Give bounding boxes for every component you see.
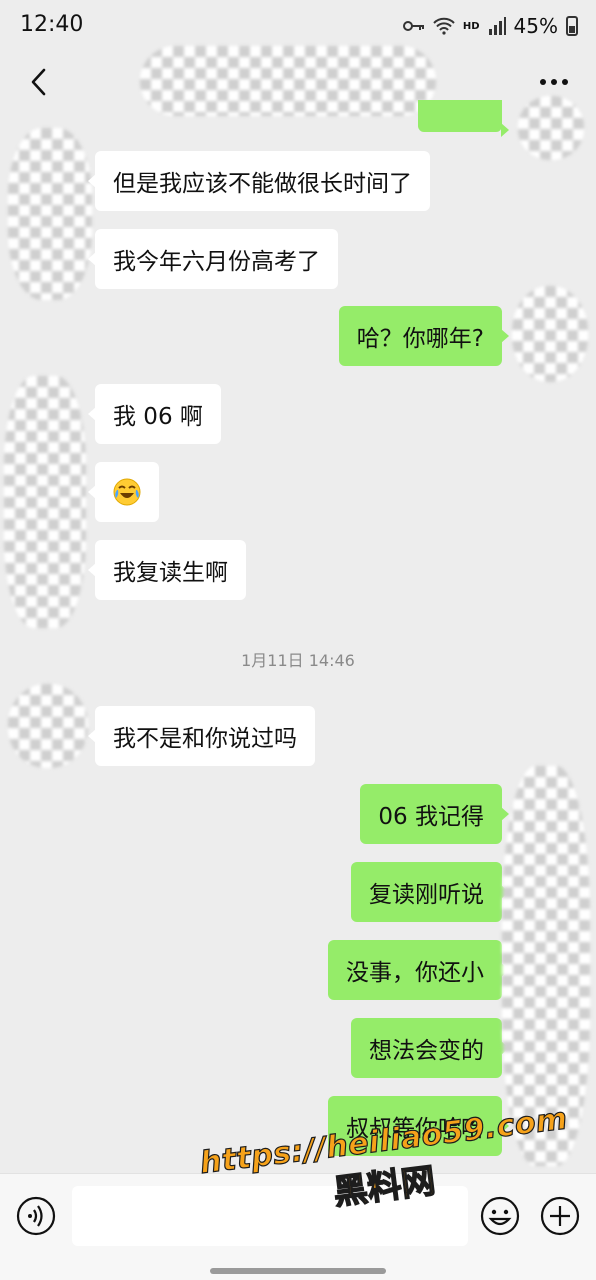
status-time: 12:40 bbox=[20, 12, 84, 37]
wifi-icon bbox=[433, 17, 455, 35]
message-bubble-in[interactable]: 我复读生啊 bbox=[88, 540, 246, 600]
chevron-left-icon bbox=[31, 68, 46, 96]
message-bubble-out[interactable]: 06 我记得 bbox=[360, 784, 509, 844]
message-bubble-out-partial[interactable] bbox=[418, 100, 509, 137]
battery-percent: 45% bbox=[513, 14, 558, 38]
contact-avatar[interactable] bbox=[8, 128, 92, 300]
message-bubble-out[interactable]: 哈？你哪年? bbox=[338, 306, 510, 366]
self-avatar[interactable] bbox=[518, 96, 584, 160]
message-text: 复读刚听说 bbox=[369, 882, 484, 908]
message-bubble-in[interactable]: 但是我应该不能做很长时间了 bbox=[88, 151, 430, 211]
message-text: 哈？你哪年? bbox=[356, 326, 484, 352]
message-bubble-in[interactable] bbox=[88, 462, 159, 522]
message-bubble-out[interactable]: 复读刚听说 bbox=[351, 862, 509, 922]
voice-icon[interactable] bbox=[16, 1196, 56, 1236]
message-bubble-in[interactable]: 我 06 啊 bbox=[88, 384, 221, 444]
home-indicator[interactable] bbox=[210, 1268, 386, 1274]
crying-laughing-emoji bbox=[113, 478, 141, 506]
key-icon bbox=[402, 21, 424, 31]
message-text: 我复读生啊 bbox=[113, 560, 228, 586]
message-bubble-out[interactable]: 没事，你还小 bbox=[328, 940, 509, 1000]
more-dots-icon bbox=[540, 79, 568, 85]
battery-icon bbox=[566, 16, 578, 36]
contact-avatar[interactable] bbox=[4, 376, 86, 628]
message-text: 我 06 啊 bbox=[113, 404, 203, 430]
message-text: 想法会变的 bbox=[369, 1038, 484, 1064]
chat-timestamp: 1月11日 14:46 bbox=[241, 651, 355, 670]
signal-icon bbox=[488, 17, 506, 35]
message-text: 但是我应该不能做很长时间了 bbox=[113, 171, 412, 197]
message-bubble-in[interactable]: 我不是和你说过吗 bbox=[88, 706, 315, 766]
contact-name-redacted bbox=[140, 46, 436, 116]
self-avatar[interactable] bbox=[512, 286, 588, 382]
back-button[interactable] bbox=[18, 62, 58, 102]
message-text: 我不是和你说过吗 bbox=[113, 726, 297, 752]
message-bubble-in[interactable]: 我今年六月份高考了 bbox=[88, 229, 338, 289]
message-text: 我今年六月份高考了 bbox=[113, 249, 320, 275]
chat-header bbox=[0, 46, 596, 116]
message-text: 06 我记得 bbox=[378, 804, 484, 830]
status-icons: HD 45% bbox=[402, 12, 578, 40]
message-bubble-out[interactable]: 想法会变的 bbox=[351, 1018, 509, 1078]
hd-label: HD bbox=[462, 20, 480, 32]
message-text: 没事，你还小 bbox=[346, 960, 484, 986]
contact-avatar[interactable] bbox=[8, 684, 88, 768]
